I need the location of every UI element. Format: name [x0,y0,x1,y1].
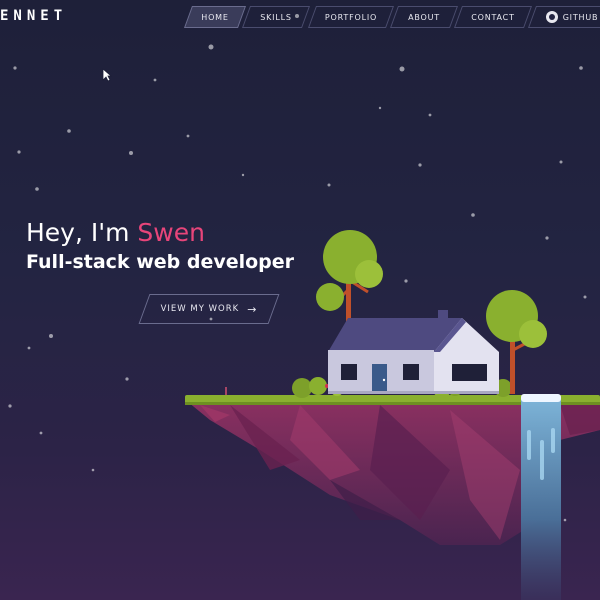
nav-skills-label: SKILLS [260,12,292,22]
view-my-work-label: VIEW MY WORK [160,304,240,314]
house [328,310,499,394]
floating-island-illustration [8,14,600,600]
nav-about-label: ABOUT [408,12,440,22]
hero-subtitle: Full-stack web developer [26,251,295,273]
hero-greeting: Hey, I'm Swen [26,218,294,248]
nav-github-label: GITHUB [562,12,599,22]
tree-left [316,230,383,330]
view-my-work-button[interactable]: VIEW MY WORK → [138,294,280,324]
nav-contact-label: CONTACT [471,12,515,22]
github-icon [545,11,558,23]
waterfall [521,394,561,600]
greeting-prefix: Hey, I'm [26,218,138,247]
nav-portfolio-label: PORTFOLIO [324,12,378,22]
nav-about[interactable]: ABOUT [389,6,459,28]
arrow-right-icon: → [247,302,258,316]
hero-section: Hey, I'm Swen Full-stack web developer [26,218,294,274]
hero-name: Swen [137,218,205,247]
nav-portfolio[interactable]: PORTFOLIO [307,6,395,28]
nav-github[interactable]: GITHUB [527,6,600,28]
nav-home-label: HOME [201,12,229,22]
nav-skills[interactable]: SKILLS [241,6,311,28]
site-logo[interactable]: ENNET [0,8,67,24]
nav-home[interactable]: HOME [183,6,247,28]
mouse-cursor-icon [102,68,112,82]
nav-contact[interactable]: CONTACT [453,6,533,28]
